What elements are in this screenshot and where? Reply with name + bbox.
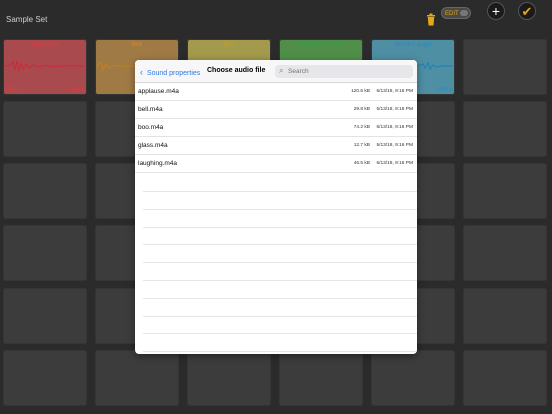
edit-switch[interactable]: [460, 10, 468, 16]
pad-empty[interactable]: [3, 288, 87, 344]
file-date: 5/13/18, 9:16 PM: [376, 143, 413, 148]
pad-empty[interactable]: [463, 39, 547, 95]
file-name: boo.m4a: [138, 124, 164, 131]
list-separator: [143, 297, 417, 299]
pad-empty[interactable]: [3, 350, 87, 406]
done-button[interactable]: ✔: [518, 2, 536, 20]
back-button[interactable]: ‹ Sound properties: [140, 67, 200, 77]
set-title: Sample Set: [6, 15, 48, 24]
time-end: 0:03.5: [438, 87, 452, 93]
file-date: 5/13/18, 9:16 PM: [376, 89, 413, 94]
list-separator: [143, 280, 417, 281]
file-size: 74.2 kB: [353, 125, 370, 130]
pad-empty[interactable]: [3, 101, 87, 157]
file-row[interactable]: glass.m4a 12.7 kB 5/13/18, 9:16 PM: [135, 137, 417, 155]
pad-name: Bell: [131, 41, 143, 48]
list-separator: [143, 244, 417, 246]
pad-name: Applause: [31, 41, 59, 48]
pad-empty[interactable]: [463, 288, 547, 344]
time-start: 0:00.0: [6, 87, 20, 93]
trash-icon[interactable]: [426, 13, 436, 26]
back-label: Sound properties: [146, 70, 201, 77]
pad-empty[interactable]: [463, 225, 547, 281]
file-row[interactable]: laughing.m4a 46.5 kB 5/13/18, 9:16 PM: [135, 155, 417, 173]
file-date: 5/13/18, 9:16 PM: [376, 107, 413, 112]
file-size: 120.6 kB: [351, 89, 370, 94]
time-end: 0:07.1: [70, 87, 84, 93]
pad-applause[interactable]: Applause 0:00.0 0:07.1: [3, 39, 87, 95]
choose-audio-file-popover: ‹ Sound properties Choose audio file ⌕ a…: [135, 60, 417, 354]
pad-name: Broken Glass: [301, 41, 341, 48]
pad-empty[interactable]: [371, 350, 455, 406]
file-row[interactable]: applause.m4a 120.6 kB 5/13/18, 9:16 PM: [135, 83, 417, 101]
pad-empty[interactable]: [463, 101, 547, 157]
list-separator: [143, 208, 417, 210]
file-size: 12.7 kB: [353, 143, 370, 148]
popover-title: Choose audio file: [207, 67, 266, 74]
file-name: laughing.m4a: [138, 160, 178, 167]
pad-empty[interactable]: [279, 350, 363, 406]
add-button[interactable]: +: [487, 2, 505, 20]
list-separator: [143, 191, 417, 192]
file-name: glass.m4a: [138, 142, 168, 149]
edit-label: EDIT: [445, 11, 459, 17]
search-icon: ⌕: [279, 66, 284, 75]
pad-name: Boo: [223, 41, 235, 48]
pad-empty[interactable]: [95, 350, 179, 406]
pad-empty[interactable]: [463, 350, 547, 406]
pad-empty[interactable]: [463, 163, 547, 219]
search-input[interactable]: [288, 66, 406, 77]
chevron-left-icon: ‹: [140, 67, 143, 77]
list-separator: [143, 315, 417, 317]
file-name: applause.m4a: [138, 88, 179, 95]
pad-empty[interactable]: [3, 225, 87, 281]
top-bar: Sample Set EDIT + ✔: [0, 0, 552, 38]
edit-toggle[interactable]: EDIT: [441, 7, 471, 19]
file-size: 46.5 kB: [353, 161, 370, 166]
file-date: 5/13/18, 9:16 PM: [376, 161, 413, 166]
waveform: [5, 60, 85, 72]
file-date: 5/13/18, 9:16 PM: [376, 125, 413, 130]
popover-header: ‹ Sound properties Choose audio file ⌕: [135, 60, 417, 83]
pad-empty[interactable]: [187, 350, 271, 406]
plus-icon: +: [491, 3, 501, 19]
file-name: bell.m4a: [138, 106, 163, 113]
list-separator: [143, 351, 417, 353]
file-size: 29.8 kB: [353, 107, 370, 112]
pad-empty[interactable]: [3, 163, 87, 219]
list-separator: [143, 333, 417, 335]
search-field[interactable]: ⌕: [275, 65, 413, 78]
checkmark-icon: ✔: [521, 4, 533, 19]
list-separator: [143, 226, 417, 228]
file-row[interactable]: bell.m4a 29.8 kB 5/13/18, 9:16 PM: [135, 101, 417, 119]
pad-name: Witch Laugh: [394, 41, 432, 48]
file-row[interactable]: boo.m4a 74.2 kB 5/13/18, 9:16 PM: [135, 119, 417, 137]
list-separator: [143, 262, 417, 264]
